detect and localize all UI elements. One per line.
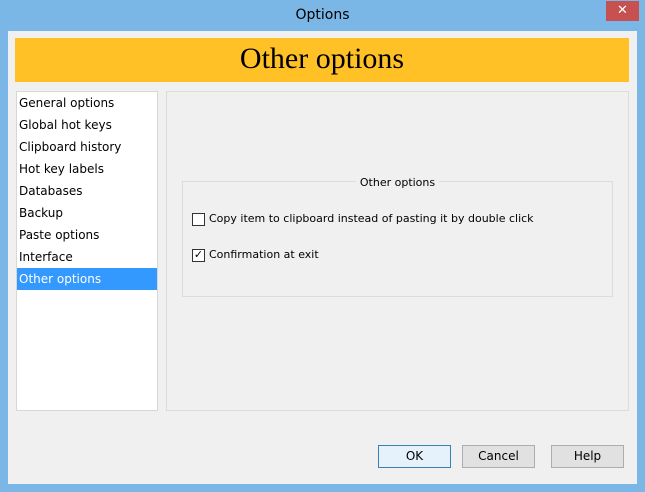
- section-banner: Other options: [15, 38, 629, 82]
- confirm-exit-label[interactable]: Confirmation at exit: [209, 248, 319, 261]
- other-options-group: Other options Copy item to clipboard ins…: [182, 176, 613, 297]
- category-list[interactable]: General options Global hot keys Clipboar…: [16, 91, 158, 411]
- copy-on-double-click-checkbox[interactable]: [192, 212, 205, 226]
- confirm-exit-checkbox[interactable]: ✓: [192, 247, 205, 262]
- options-window: Options ✕ Other options General options …: [0, 0, 645, 492]
- nav-item-databases[interactable]: Databases: [17, 180, 157, 202]
- nav-item-backup[interactable]: Backup: [17, 202, 157, 224]
- nav-item-general-options[interactable]: General options: [17, 92, 157, 114]
- nav-item-hot-key-labels[interactable]: Hot key labels: [17, 158, 157, 180]
- nav-item-interface[interactable]: Interface: [17, 246, 157, 268]
- nav-item-clipboard-history[interactable]: Clipboard history: [17, 136, 157, 158]
- copy-on-double-click-option[interactable]: Copy item to clipboard instead of pastin…: [192, 212, 534, 228]
- copy-on-double-click-label[interactable]: Copy item to clipboard instead of pastin…: [209, 212, 534, 225]
- nav-item-global-hot-keys[interactable]: Global hot keys: [17, 114, 157, 136]
- help-button[interactable]: Help: [551, 445, 624, 468]
- banner-title: Other options: [239, 42, 405, 75]
- close-icon[interactable]: ✕: [606, 1, 639, 21]
- title-bar[interactable]: Options ✕: [0, 0, 645, 31]
- ok-button[interactable]: OK: [378, 445, 451, 468]
- window-title: Options: [295, 7, 350, 23]
- dialog-client-area: Other options General options Global hot…: [8, 31, 637, 484]
- nav-item-other-options[interactable]: Other options: [17, 268, 157, 290]
- group-title: Other options: [355, 176, 440, 189]
- nav-item-paste-options[interactable]: Paste options: [17, 224, 157, 246]
- confirm-exit-option[interactable]: ✓ Confirmation at exit: [192, 248, 319, 264]
- settings-panel: Other options Copy item to clipboard ins…: [166, 91, 629, 411]
- checkmark-icon: ✓: [193, 247, 204, 261]
- cancel-button[interactable]: Cancel: [462, 445, 535, 468]
